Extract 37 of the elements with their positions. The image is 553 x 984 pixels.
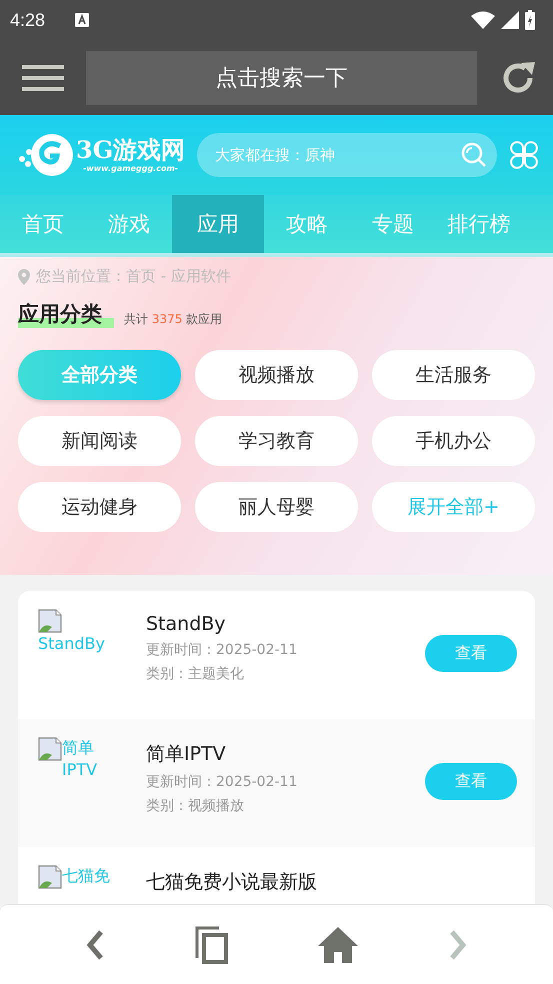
breadcrumb: 您当前位置：首页 - 应用软件 — [36, 267, 231, 286]
tabs-icon[interactable] — [194, 926, 229, 964]
update-time: 更新时间：2025-02-11 — [146, 773, 298, 791]
home-icon[interactable] — [318, 926, 358, 962]
app-name[interactable]: 七猫免费小说最新版 — [146, 869, 517, 895]
clock: 4:28 — [10, 10, 46, 30]
broken-image-icon — [38, 737, 62, 761]
keyboard-notification-icon — [75, 13, 90, 27]
app-category: 类别：视频播放 — [146, 797, 245, 815]
update-time: 更新时间：2025-02-11 — [146, 641, 298, 659]
logo-icon — [18, 132, 74, 178]
category-button[interactable]: 丽人母婴 — [195, 482, 358, 532]
image-alt-text: 简单IPTV — [62, 738, 98, 780]
app-name[interactable]: 简单IPTV — [146, 741, 425, 767]
battery-icon — [525, 10, 535, 30]
logo-title: 3G游戏网 — [76, 137, 186, 164]
category-button[interactable]: 生活服务 — [372, 350, 535, 400]
back-icon[interactable] — [84, 928, 105, 960]
signal-icon — [501, 11, 519, 29]
image-alt-text: StandBy — [38, 634, 105, 653]
search-field[interactable]: 点击搜索一下 — [86, 50, 477, 104]
app-category: 类别：主题美化 — [146, 665, 245, 683]
section-title: 应用分类 — [18, 300, 114, 328]
logo-url: -www.gameggg.com- — [83, 164, 178, 173]
location-pin-icon — [18, 268, 30, 284]
category-button[interactable]: 运动健身 — [18, 482, 181, 532]
wifi-icon — [471, 11, 495, 29]
menu-icon[interactable] — [22, 62, 64, 92]
app-name[interactable]: StandBy — [146, 613, 425, 635]
category-button[interactable]: 学习教育 — [195, 416, 358, 466]
broken-image-icon — [38, 609, 62, 633]
image-alt-text: 七猫免 — [62, 866, 110, 885]
category-button[interactable]: 新闻阅读 — [18, 416, 181, 466]
broken-image-icon — [38, 865, 62, 889]
app-count: 共计 3375 款应用 — [124, 311, 222, 328]
category-button[interactable]: 手机办公 — [372, 416, 535, 466]
category-button[interactable]: 视频播放 — [195, 350, 358, 400]
